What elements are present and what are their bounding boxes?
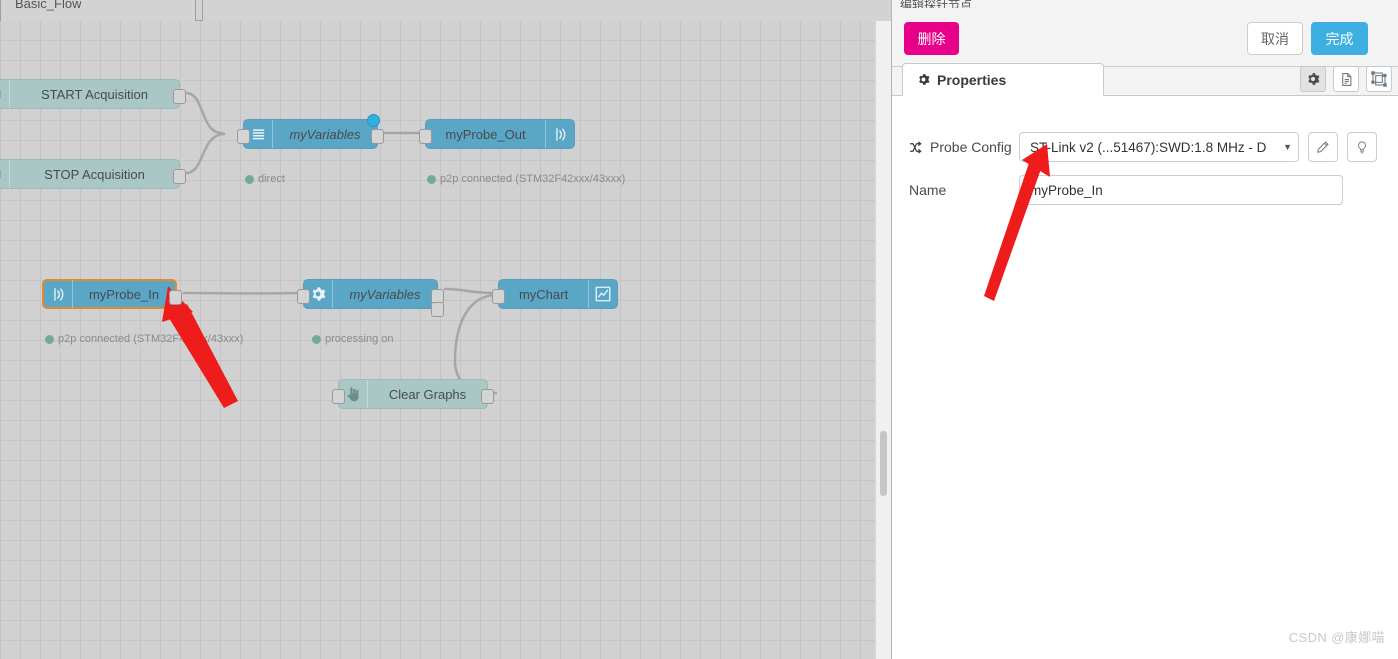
canvas-vertical-scrollbar[interactable] <box>875 21 891 659</box>
hand-pointer-icon <box>0 160 10 188</box>
status-dot-icon <box>427 174 436 184</box>
shuffle-icon <box>909 140 924 155</box>
properties-form: Probe Config ST-Link v2 (...51467):SWD:1… <box>892 96 1398 659</box>
properties-gear-icon[interactable] <box>1300 66 1326 92</box>
panel-breadcrumb: 编辑探针节点 <box>900 0 973 8</box>
status-text: direct <box>258 173 285 185</box>
node-label: myVariables <box>349 286 421 302</box>
panel-tabstrip: Properties <box>892 52 1398 96</box>
description-doc-icon[interactable] <box>1333 66 1359 92</box>
node-status-myvariables-processing: processing on <box>312 333 394 345</box>
probe-config-label: Probe Config <box>909 139 1015 155</box>
node-output-port[interactable] <box>371 129 384 144</box>
flow-editor: START Acquisition STOP Acquisition myVar… <box>0 0 891 659</box>
node-output-port-secondary[interactable] <box>431 302 444 317</box>
node-output-port[interactable] <box>173 89 186 104</box>
node-start-acquisition[interactable]: START Acquisition <box>0 79 186 109</box>
status-dot-icon <box>45 334 54 344</box>
node-output-port[interactable] <box>169 290 182 305</box>
node-myvariables-processing[interactable]: myVariables <box>297 279 444 317</box>
flow-tab-label: Basic_Flow <box>15 0 82 11</box>
chevron-down-icon: ▼ <box>1283 142 1292 152</box>
probe-config-label-text: Probe Config <box>930 139 1012 155</box>
cancel-button[interactable]: 取消 <box>1247 22 1303 55</box>
node-input-port[interactable] <box>419 129 432 144</box>
probe-config-selected-value: ST-Link v2 (...51467):SWD:1.8 MHz - D <box>1030 139 1267 155</box>
node-label: STOP Acquisition <box>44 166 145 182</box>
name-input[interactable]: myProbe_In <box>1019 175 1343 205</box>
node-myprobe-out[interactable]: myProbe_Out <box>419 119 575 149</box>
signal-icon <box>44 280 73 308</box>
node-label: myVariables <box>289 126 361 142</box>
delete-button[interactable]: 删除 <box>904 22 959 55</box>
node-myvariables-direct[interactable]: myVariables <box>237 114 384 149</box>
form-row-probe-config: Probe Config ST-Link v2 (...51467):SWD:1… <box>909 132 1377 162</box>
appearance-zone-icon[interactable] <box>1366 66 1392 92</box>
node-status-myvariables-direct: direct <box>245 173 285 185</box>
tab-properties[interactable]: Properties <box>902 63 1104 96</box>
flow-tab-basic-flow[interactable]: Basic_Flow <box>0 0 196 21</box>
canvas-vertical-scrollbar-thumb[interactable] <box>880 431 887 496</box>
name-label: Name <box>909 182 947 198</box>
probe-config-edit-button[interactable] <box>1308 132 1338 162</box>
node-label: myChart <box>518 286 569 302</box>
node-label: START Acquisition <box>41 86 148 102</box>
status-dot-icon <box>245 174 254 184</box>
hand-pointer-icon <box>0 80 10 108</box>
status-text: p2p connected (STM32F42xxx/43xxx) <box>440 173 626 185</box>
node-label: myProbe_Out <box>445 126 526 142</box>
flow-canvas[interactable]: START Acquisition STOP Acquisition myVar… <box>0 21 891 659</box>
name-input-value: myProbe_In <box>1030 182 1103 198</box>
node-output-port[interactable] <box>481 389 494 404</box>
properties-panel: 编辑探针节点 删除 取消 完成 Properties Probe Config … <box>891 0 1398 659</box>
node-input-port[interactable] <box>492 289 505 304</box>
csdn-watermark: CSDN @康娜喵 <box>1288 630 1385 645</box>
node-input-port[interactable] <box>332 389 345 404</box>
node-myprobe-in[interactable]: myProbe_In <box>42 279 182 309</box>
node-clear-graphs[interactable]: Clear Graphs <box>332 379 494 409</box>
flow-tabbar-filler <box>202 0 891 21</box>
node-output-port[interactable] <box>173 169 186 184</box>
status-text: p2p connected (STM32F42xxx/43xxx) <box>58 333 244 345</box>
probe-config-select[interactable]: ST-Link v2 (...51467):SWD:1.8 MHz - D ▼ <box>1019 132 1299 162</box>
node-status-myprobe-out: p2p connected (STM32F42xxx/43xxx) <box>427 173 625 185</box>
node-label: myProbe_In <box>88 286 160 302</box>
node-status-myprobe-in: p2p connected (STM32F42xxx/43xxx) <box>45 333 243 345</box>
wire-variables2-to-chart <box>443 287 496 295</box>
gear-icon <box>917 73 930 86</box>
status-text: processing on <box>325 333 394 345</box>
tab-properties-label: Properties <box>937 71 1007 88</box>
probe-config-hint-button[interactable] <box>1347 132 1377 162</box>
status-dot-icon <box>312 334 321 344</box>
flow-tabbar: Basic_Flow <box>0 0 891 21</box>
node-mychart[interactable]: myChart <box>492 279 618 309</box>
chart-line-icon <box>588 280 617 308</box>
node-input-port[interactable] <box>237 129 250 144</box>
signal-icon <box>545 120 574 148</box>
wire-stop-to-variables <box>184 132 226 175</box>
node-changed-indicator <box>367 114 380 127</box>
wire-start-to-variables <box>184 91 224 135</box>
node-label: Clear Graphs <box>388 386 467 402</box>
done-button[interactable]: 完成 <box>1311 22 1368 55</box>
form-row-name: Name myProbe_In <box>909 175 1343 205</box>
node-input-port[interactable] <box>297 289 310 304</box>
node-stop-acquisition[interactable]: STOP Acquisition <box>0 159 186 189</box>
